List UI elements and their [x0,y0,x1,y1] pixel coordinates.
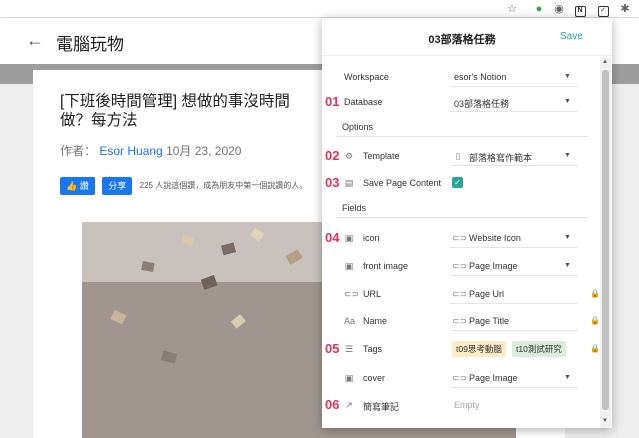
template-icon: ⚙ [344,151,354,161]
field-value: Page Title [469,316,510,326]
star-icon[interactable]: ☆ [505,2,519,16]
fields-heading: Fields [342,203,367,213]
fb-share-button[interactable]: 分享 [102,177,133,195]
workspace-value: esor's Notion [454,72,507,82]
arrow-up-right-icon: ↗ [345,400,353,410]
workspace-label: Workspace [344,72,389,82]
popup-header: 03部落格任務 Save [322,18,612,56]
field-row-cover[interactable]: ▣ cover ⊂⊃ Page Image ▼ [322,368,600,388]
puzzle-icon[interactable]: ✱ [618,2,632,16]
save-page-content-row: 03 ▤ Save Page Content ✓ [322,173,600,193]
document-icon: ▯ [455,151,461,161]
site-title[interactable]: 電腦玩物 [56,30,124,55]
image-icon: ▣ [344,233,354,243]
field-name: front image [363,261,409,271]
callout-badge-02: 02 [325,148,340,163]
fb-like-button[interactable]: 👍 讚 [60,177,95,195]
back-arrow-icon[interactable]: ← [26,30,44,51]
database-select[interactable]: 01 Database 03部落格任務 ▼ [322,92,600,112]
chevron-down-icon[interactable]: ▼ [564,73,571,80]
link-icon: ⊂⊃ [452,289,468,299]
chevron-down-icon[interactable]: ▼ [564,152,571,159]
lock-icon: 🔒 [590,316,600,325]
link-icon: ⊂⊃ [452,261,468,271]
field-name: URL [363,289,382,299]
field-row-note[interactable]: 06 ↗ 簡寫筆記 Empty [322,395,600,415]
link-icon: ⊂⊃ [452,316,468,326]
search-ext-icon[interactable]: ◉ [552,2,566,16]
template-label: Template [363,151,400,161]
callout-badge-04: 04 [325,230,340,245]
tag-chip[interactable]: t10測試研究 [512,341,566,357]
field-row-name: Aa Name ⊂⊃ Page Title 🔒 [322,311,600,331]
tag-chip[interactable]: t09思考動腦 [452,341,506,357]
callout-badge-06: 06 [325,397,340,412]
image-icon: ▣ [344,373,354,383]
popup-scrollbar[interactable]: ▲ ▼ [600,58,611,428]
scroll-thumb[interactable] [602,70,609,410]
chevron-down-icon[interactable]: ▼ [564,374,571,381]
field-name: 簡寫筆記 [363,402,400,412]
link-icon: ⊂⊃ [452,233,468,243]
list-icon: ☰ [344,344,354,354]
image-icon: ▣ [344,261,354,271]
field-value: Page Image [469,261,518,271]
fb-like-label: 讚 [79,181,89,191]
chevron-down-icon[interactable]: ▼ [564,234,571,241]
save-page-content-label: Save Page Content [363,178,442,188]
field-row-url: ⊂⊃ URL ⊂⊃ Page Url 🔒 [322,284,600,304]
save-page-content-checkbox[interactable]: ✓ [452,177,463,188]
fields-divider [336,217,588,218]
workspace-select[interactable]: Workspace esor's Notion ▼ [322,67,600,87]
n-ext-icon[interactable]: N [573,2,587,17]
evernote-icon[interactable]: ● [532,2,546,16]
link-icon: ⊂⊃ [452,373,468,383]
callout-badge-05: 05 [325,341,340,356]
author-link[interactable]: Esor Huang [99,144,162,158]
options-heading: Options [342,122,374,132]
callout-badge-03: 03 [325,175,340,190]
field-value: Page Image [469,373,518,383]
options-divider [336,136,588,137]
save-to-notion-popup: 03部落格任務 Save ▲ ▼ Workspace esor's Notion… [322,18,612,428]
field-name: icon [363,233,380,243]
facebook-widget: 👍 讚 分享 225 人說這個讚，成為朋友中第一個說讚的人。 [60,177,307,195]
template-value: 部落格寫作範本 [469,153,533,163]
field-name: Tags [363,344,383,354]
callout-badge-01: 01 [325,94,340,109]
field-name: cover [363,373,386,383]
browser-toolbar: ☆ ● ◉ N ✓ ✱ [0,0,639,18]
field-value: Website Icon [469,233,521,243]
field-row-front-image[interactable]: ▣ front image ⊂⊃ Page Image ▼ [322,256,600,276]
text-icon: Aa [344,316,356,326]
lock-icon: 🔒 [590,289,600,298]
post-date: 10月 23, 2020 [166,144,242,158]
field-value: Page Url [469,289,505,299]
field-row-tags[interactable]: 05 ☰ Tags t09思考動腦 t10測試研究 🔒 [322,339,600,359]
database-value: 03部落格任務 [454,99,510,109]
save-to-notion-icon[interactable]: ✓ [596,2,610,17]
link-icon: ⊂⊃ [344,289,360,299]
chevron-down-icon[interactable]: ▼ [564,262,571,269]
database-label: Database [344,97,383,107]
field-row-icon[interactable]: 04 ▣ icon ⊂⊃ Website Icon ▼ [322,228,600,248]
field-name: Name [363,316,388,326]
scroll-up-icon[interactable]: ▲ [602,59,608,65]
template-select[interactable]: 02 ⚙ Template ▯ 部落格寫作範本 ▼ [322,146,600,166]
lock-icon: 🔒 [590,344,600,353]
post-byline: 作者： Esor Huang 10月 23, 2020 [60,142,241,159]
chevron-down-icon[interactable]: ▼ [564,98,571,105]
post-title[interactable]: [下班後時間管理] 想做的事沒時間做？每方法 [60,92,318,130]
save-button[interactable]: Save [560,31,583,42]
byline-prefix: 作者： [60,144,97,158]
clipboard-icon: ▤ [344,178,354,188]
note-input[interactable]: Empty [454,400,480,410]
scroll-down-icon[interactable]: ▼ [602,418,608,424]
fb-like-count: 225 人說這個讚，成為朋友中第一個說讚的人。 [139,181,308,190]
